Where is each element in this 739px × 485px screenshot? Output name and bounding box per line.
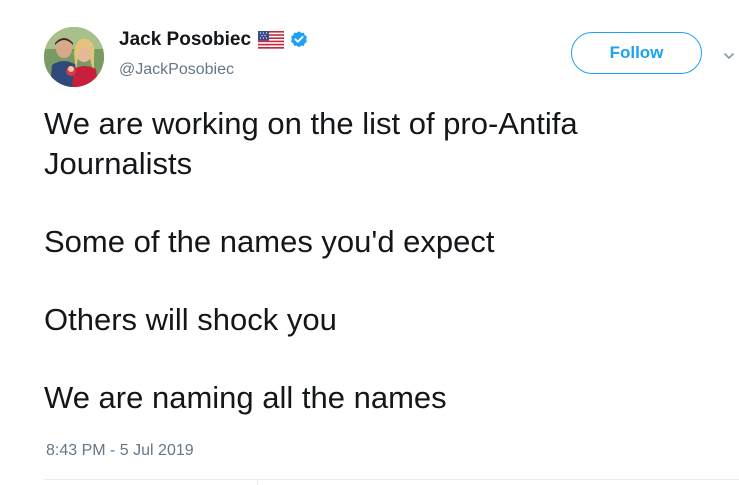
author-handle[interactable]: @JackPosobiec — [119, 61, 234, 79]
divider-tick — [257, 479, 258, 485]
divider — [44, 479, 739, 480]
follow-button[interactable]: Follow — [571, 32, 702, 74]
tweet-text-line: Journalists — [44, 146, 193, 181]
avatar[interactable] — [44, 27, 104, 87]
tweet-text-line: Others will shock you — [44, 302, 337, 337]
author-name[interactable]: Jack Posobiec — [119, 29, 251, 51]
verified-badge-icon — [289, 30, 309, 50]
avatar-photo — [44, 27, 104, 87]
tweet-text: We are working on the list of pro-Antifa… — [44, 104, 724, 418]
tweet-text-line: We are naming all the names — [44, 380, 447, 415]
tweet-timestamp[interactable]: 8:43 PM - 5 Jul 2019 — [46, 442, 194, 460]
tweet-card: Jack Posobiec @JackPosobiec Follow We ar… — [0, 0, 739, 485]
us-flag-icon — [257, 30, 285, 50]
chevron-down-icon[interactable] — [723, 51, 735, 61]
tweet-text-line: Some of the names you'd expect — [44, 224, 495, 259]
tweet-text-line: We are working on the list of pro-Antifa — [44, 106, 578, 141]
author-name-row: Jack Posobiec — [119, 27, 309, 53]
